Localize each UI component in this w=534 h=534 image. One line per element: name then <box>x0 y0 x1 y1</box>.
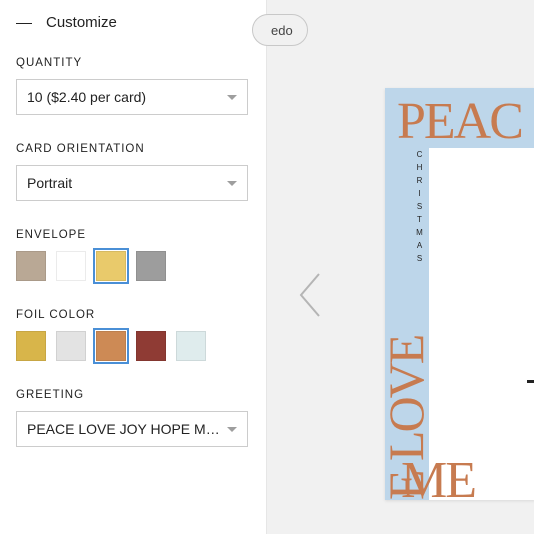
card-text-side: E LOVE <box>385 150 435 500</box>
panel-header: Customize <box>16 14 250 31</box>
card-preview: PEAC E LOVE CHRISTMAS ME <box>385 88 534 500</box>
foil-swatches-swatch-4[interactable] <box>176 331 206 361</box>
envelope-swatches <box>16 251 250 281</box>
card-photo-placeholder <box>429 148 534 500</box>
envelope-swatches-swatch-2[interactable] <box>96 251 126 281</box>
customize-panel: Customize QUANTITY 10 ($2.40 per card) C… <box>0 0 267 534</box>
prev-arrow[interactable] <box>295 270 325 320</box>
greeting-section: GREETING PEACE LOVE JOY HOPE ME… <box>16 389 250 447</box>
greeting-select[interactable]: PEACE LOVE JOY HOPE ME… <box>16 411 248 447</box>
quantity-select[interactable]: 10 ($2.40 per card) <box>16 79 248 115</box>
card-text-bottom: ME <box>401 451 475 500</box>
orientation-label: CARD ORIENTATION <box>16 143 250 155</box>
foil-swatches <box>16 331 250 361</box>
chevron-down-icon <box>227 95 237 100</box>
card-text-small: CHRISTMAS <box>415 150 424 267</box>
envelope-label: ENVELOPE <box>16 229 250 241</box>
chevron-left-icon <box>295 270 325 320</box>
quantity-section: QUANTITY 10 ($2.40 per card) <box>16 57 250 115</box>
chevron-down-icon <box>227 427 237 432</box>
greeting-value: PEACE LOVE JOY HOPE ME… <box>27 421 222 437</box>
envelope-swatches-swatch-1[interactable] <box>56 251 86 281</box>
foil-section: FOIL COLOR <box>16 309 250 361</box>
orientation-select[interactable]: Portrait <box>16 165 248 201</box>
quantity-label: QUANTITY <box>16 57 250 69</box>
envelope-swatches-swatch-3[interactable] <box>136 251 166 281</box>
quantity-value: 10 ($2.40 per card) <box>27 89 146 105</box>
preview-area: edo PEAC E LOVE CHRISTMAS ME <box>267 0 534 534</box>
tag-pill[interactable]: edo <box>252 14 308 46</box>
envelope-section: ENVELOPE <box>16 229 250 281</box>
foil-swatches-swatch-2[interactable] <box>96 331 126 361</box>
foil-label: FOIL COLOR <box>16 309 250 321</box>
foil-swatches-swatch-3[interactable] <box>136 331 166 361</box>
orientation-section: CARD ORIENTATION Portrait <box>16 143 250 201</box>
greeting-label: GREETING <box>16 389 250 401</box>
card-text-top: PEAC <box>397 92 522 151</box>
orientation-value: Portrait <box>27 175 72 191</box>
envelope-swatches-swatch-0[interactable] <box>16 251 46 281</box>
edge-mark <box>527 380 534 383</box>
tag-pill-text: edo <box>271 23 293 38</box>
chevron-down-icon <box>227 181 237 186</box>
foil-swatches-swatch-1[interactable] <box>56 331 86 361</box>
foil-swatches-swatch-0[interactable] <box>16 331 46 361</box>
collapse-icon[interactable] <box>16 23 32 25</box>
panel-title: Customize <box>46 14 117 31</box>
